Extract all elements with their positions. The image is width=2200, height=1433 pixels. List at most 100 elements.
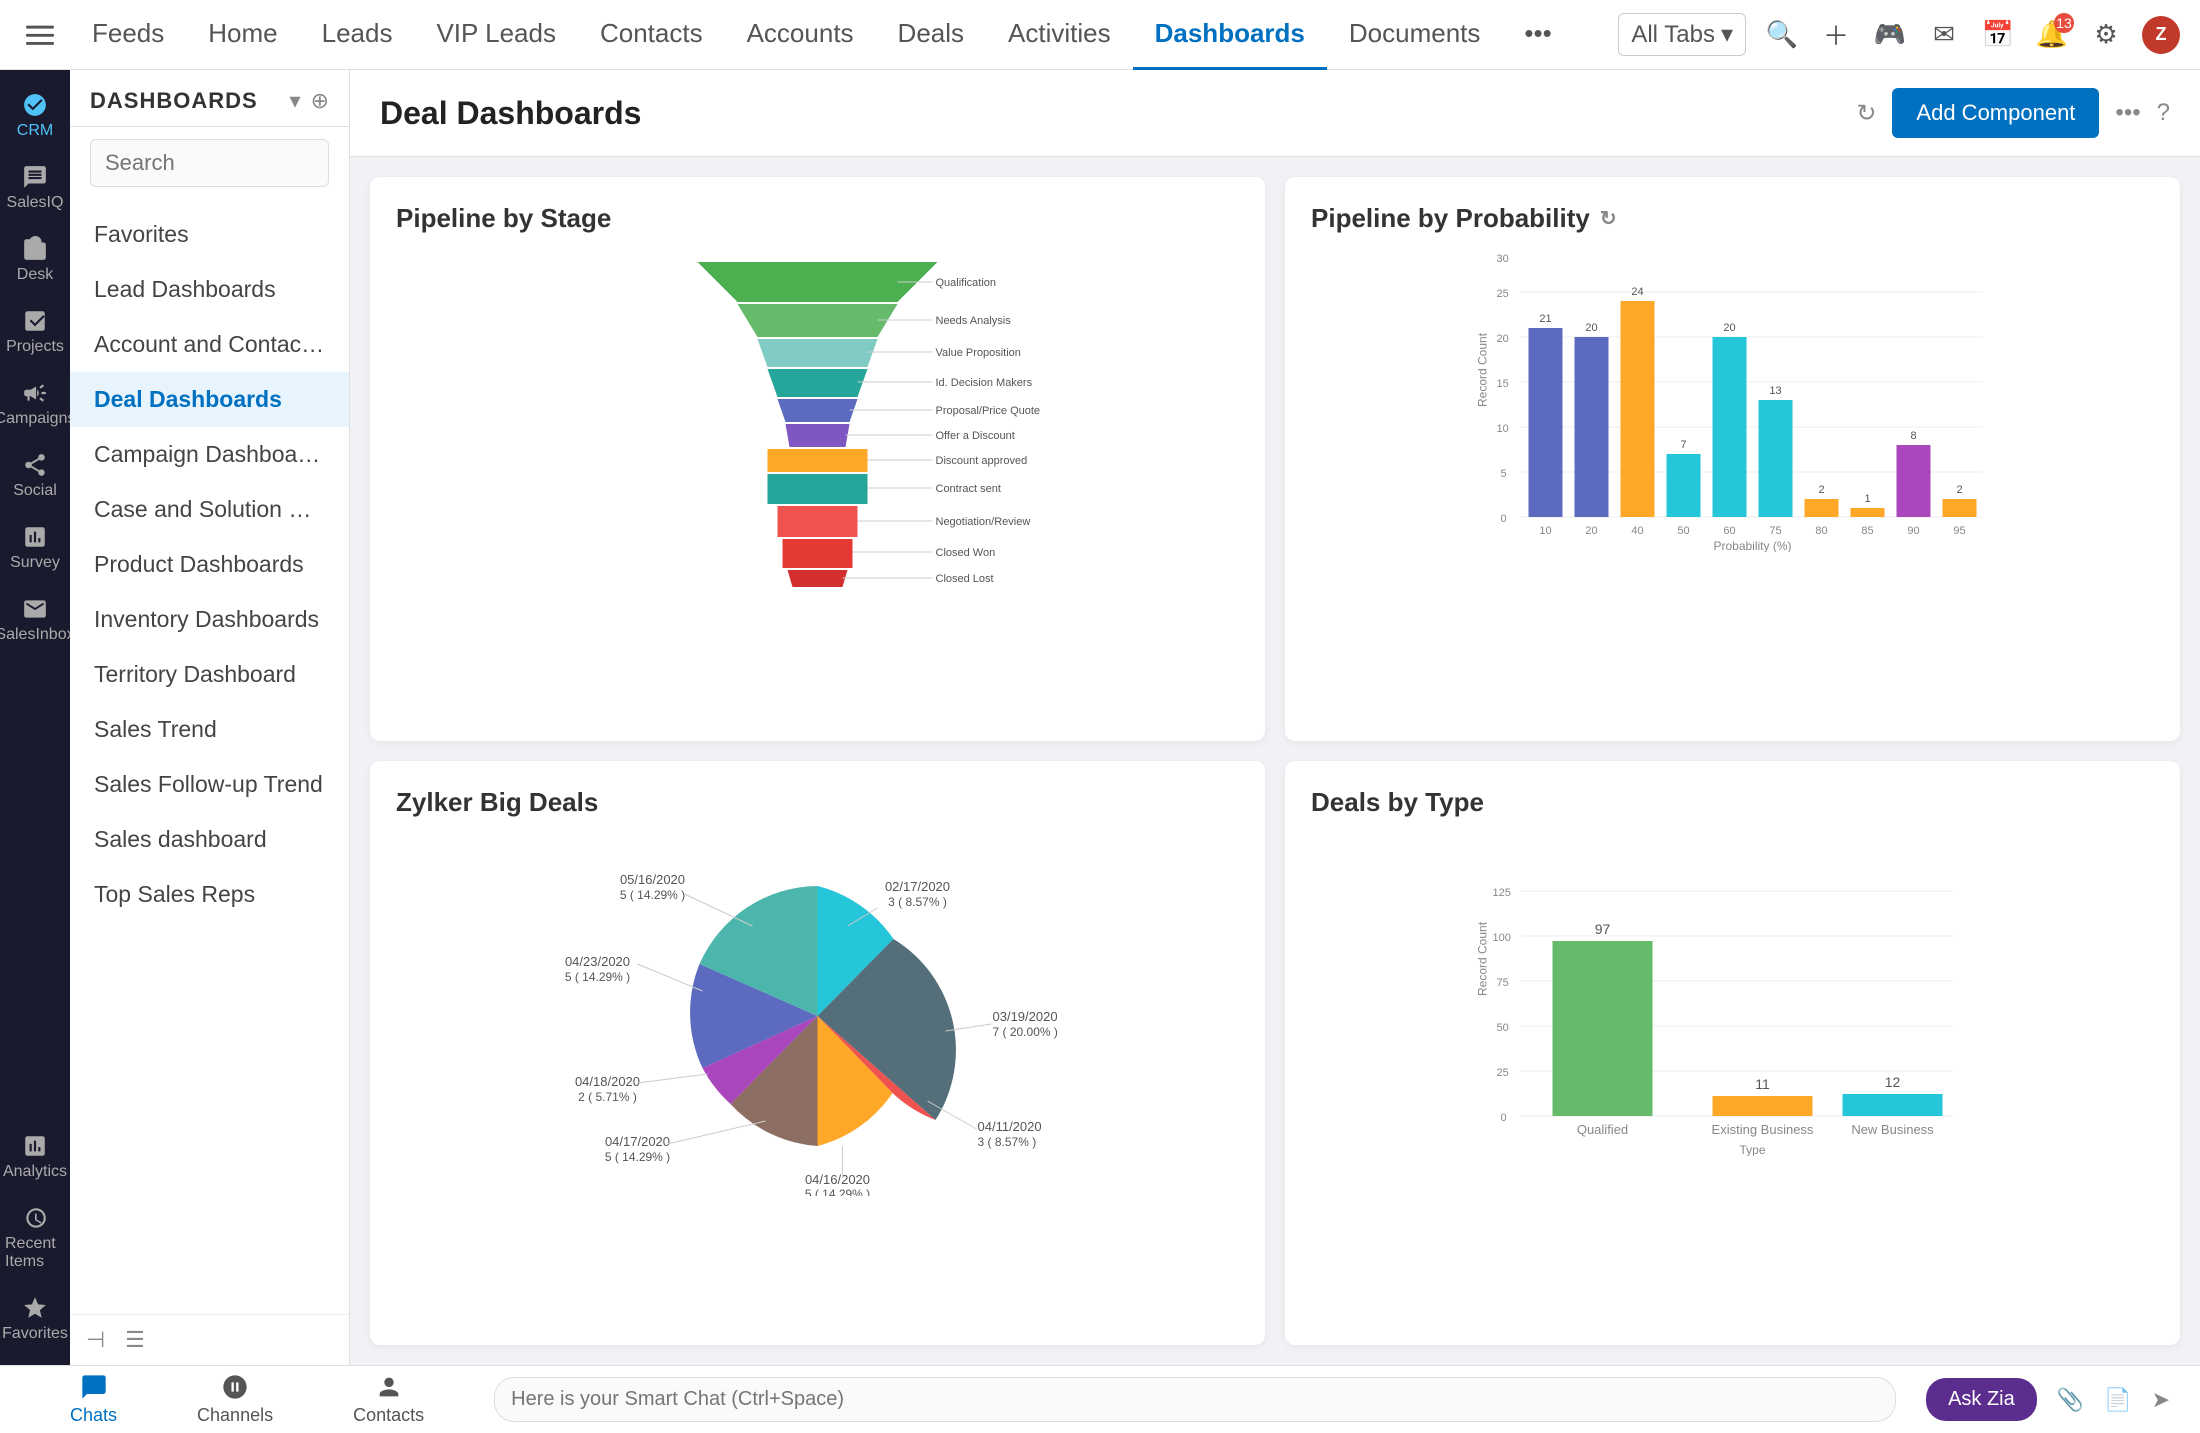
svg-text:20: 20: [1723, 322, 1735, 334]
svg-text:04/23/2020: 04/23/2020: [565, 954, 630, 969]
nav-tab-accounts[interactable]: Accounts: [725, 0, 876, 70]
sidebar-item-desk[interactable]: Desk: [5, 226, 65, 294]
smart-chat-field[interactable]: [494, 1377, 1896, 1422]
refresh-icon[interactable]: ↻: [1856, 99, 1876, 128]
nav-item-campaign-dashboards[interactable]: Campaign Dashboards: [70, 427, 349, 482]
pipeline-by-stage-title: Pipeline by Stage: [396, 203, 1239, 234]
svg-text:2 ( 5.71% ): 2 ( 5.71% ): [578, 1090, 637, 1104]
svg-text:Record Count: Record Count: [1476, 332, 1490, 407]
nav-tab-activities[interactable]: Activities: [986, 0, 1133, 70]
nav-right: All Tabs ▾ 🔍 ＋ 🎮 ✉ 📅 🔔13 ⚙ Z: [1618, 13, 2180, 56]
bottom-tab-chats[interactable]: Chats: [30, 1373, 157, 1426]
svg-text:24: 24: [1631, 286, 1643, 298]
settings-icon[interactable]: ⚙: [2088, 17, 2124, 53]
nav-tab-vip-leads[interactable]: VIP Leads: [414, 0, 578, 70]
nav-item-account-contact[interactable]: Account and Contact Da...: [70, 317, 349, 372]
svg-text:Proposal/Price Quote: Proposal/Price Quote: [936, 405, 1041, 417]
svg-text:75: 75: [1497, 977, 1509, 989]
nav-item-product-dashboards[interactable]: Product Dashboards: [70, 537, 349, 592]
nav-item-lead-dashboards[interactable]: Lead Dashboards: [70, 262, 349, 317]
svg-text:0: 0: [1501, 513, 1507, 525]
deals-bar-chart: Record Count 0 25 50 75 100 125: [1311, 836, 2154, 1156]
sidebar-item-survey[interactable]: Survey: [5, 514, 65, 582]
bar-85: [1851, 508, 1885, 517]
menu-toggle[interactable]: [20, 15, 60, 55]
nav-item-top-sales-reps[interactable]: Top Sales Reps: [70, 867, 349, 922]
svg-text:5 ( 14.29% ): 5 ( 14.29% ): [805, 1187, 870, 1196]
nav-tab-deals[interactable]: Deals: [876, 0, 986, 70]
svg-text:Closed Won: Closed Won: [936, 547, 996, 559]
nav-sidebar-dropdown-icon[interactable]: ▾: [290, 88, 301, 114]
sidebar-item-salesinbox[interactable]: SalesInbox: [5, 586, 65, 654]
nav-sidebar-add-icon[interactable]: ⊕: [311, 88, 329, 114]
bottom-tab-contacts[interactable]: Contacts: [313, 1373, 464, 1426]
svg-text:Offer a Discount: Offer a Discount: [936, 430, 1015, 442]
svg-text:5 ( 14.29% ): 5 ( 14.29% ): [565, 970, 630, 984]
bar-75: [1759, 400, 1793, 517]
nav-item-sales-dashboard[interactable]: Sales dashboard: [70, 812, 349, 867]
svg-text:60: 60: [1723, 525, 1735, 537]
nav-tab-home[interactable]: Home: [186, 0, 299, 70]
notification-icon[interactable]: 🔔13: [2034, 17, 2070, 53]
bar-existing: [1713, 1096, 1813, 1116]
header-actions: ↻ Add Component ••• ?: [1856, 88, 2170, 138]
sidebar-collapse-icon[interactable]: ⊣: [86, 1327, 105, 1353]
sidebar-item-salesiq[interactable]: SalesIQ: [5, 154, 65, 222]
smart-chat-input-area: [464, 1377, 1926, 1422]
help-icon[interactable]: ?: [2157, 99, 2170, 127]
avatar[interactable]: Z: [2142, 16, 2180, 54]
nav-item-sales-followup[interactable]: Sales Follow-up Trend: [70, 757, 349, 812]
attachment-icon[interactable]: 📎: [2057, 1387, 2084, 1413]
document-icon[interactable]: 📄: [2104, 1387, 2131, 1413]
send-icon[interactable]: ➤: [2152, 1387, 2170, 1413]
gamepad-icon[interactable]: 🎮: [1872, 17, 1908, 53]
pipeline-by-stage-card: Pipeline by Stage: [370, 177, 1265, 741]
nav-tab-more[interactable]: •••: [1502, 0, 1573, 70]
nav-tab-contacts[interactable]: Contacts: [578, 0, 725, 70]
svg-text:Record Count: Record Count: [1476, 921, 1490, 996]
search-input[interactable]: [90, 139, 329, 187]
svg-text:5 ( 14.29% ): 5 ( 14.29% ): [605, 1150, 670, 1164]
svg-text:50: 50: [1677, 525, 1689, 537]
sidebar-item-projects[interactable]: Projects: [5, 298, 65, 366]
sidebar-list-icon[interactable]: ☰: [125, 1327, 145, 1353]
sidebar-item-campaigns[interactable]: Campaigns: [5, 370, 65, 438]
nav-item-inventory-dashboards[interactable]: Inventory Dashboards: [70, 592, 349, 647]
email-icon[interactable]: ✉: [1926, 17, 1962, 53]
add-icon[interactable]: ＋: [1818, 17, 1854, 53]
probability-refresh-icon[interactable]: ↻: [1600, 206, 1617, 231]
ask-zia-button[interactable]: Ask Zia: [1926, 1378, 2037, 1421]
svg-text:Probability (%): Probability (%): [1713, 539, 1791, 552]
sidebar-item-crm[interactable]: CRM: [5, 82, 65, 150]
all-tabs-button[interactable]: All Tabs ▾: [1618, 13, 1746, 56]
funnel-chart: Qualification Needs Analysis Value Propo…: [396, 252, 1239, 592]
nav-item-territory-dashboard[interactable]: Territory Dashboard: [70, 647, 349, 702]
search-icon[interactable]: 🔍: [1764, 17, 1800, 53]
svg-text:2: 2: [1818, 484, 1824, 496]
deals-by-type-title: Deals by Type: [1311, 787, 2154, 818]
svg-text:05/16/2020: 05/16/2020: [620, 872, 685, 887]
calendar-icon[interactable]: 📅: [1980, 17, 2016, 53]
nav-tab-leads[interactable]: Leads: [300, 0, 415, 70]
svg-text:Value Proposition: Value Proposition: [936, 347, 1021, 359]
sidebar-item-recent-items[interactable]: Recent Items: [5, 1195, 65, 1281]
sidebar-item-favorites[interactable]: Favorites: [5, 1285, 65, 1353]
nav-item-deal-dashboards[interactable]: Deal Dashboards: [70, 372, 349, 427]
probability-bar-chart: Record Count 0 5 10 15 20 25 30: [1311, 252, 2154, 552]
bottom-tab-channels[interactable]: Channels: [157, 1373, 313, 1426]
nav-item-case-solution[interactable]: Case and Solution Dash...: [70, 482, 349, 537]
nav-tab-feeds[interactable]: Feeds: [70, 0, 186, 70]
nav-sidebar-icons: ▾ ⊕: [290, 88, 329, 114]
svg-text:20: 20: [1585, 525, 1597, 537]
nav-tab-dashboards[interactable]: Dashboards: [1133, 0, 1327, 70]
more-options-icon[interactable]: •••: [2115, 99, 2140, 127]
add-component-button[interactable]: Add Component: [1892, 88, 2099, 138]
svg-text:New Business: New Business: [1851, 1122, 1934, 1137]
sidebar-item-social[interactable]: Social: [5, 442, 65, 510]
svg-text:20: 20: [1585, 322, 1597, 334]
nav-item-favorites[interactable]: Favorites: [70, 207, 349, 262]
sidebar-item-analytics[interactable]: Analytics: [5, 1123, 65, 1191]
nav-item-sales-trend[interactable]: Sales Trend: [70, 702, 349, 757]
svg-text:Type: Type: [1739, 1143, 1765, 1156]
nav-tab-documents[interactable]: Documents: [1327, 0, 1503, 70]
